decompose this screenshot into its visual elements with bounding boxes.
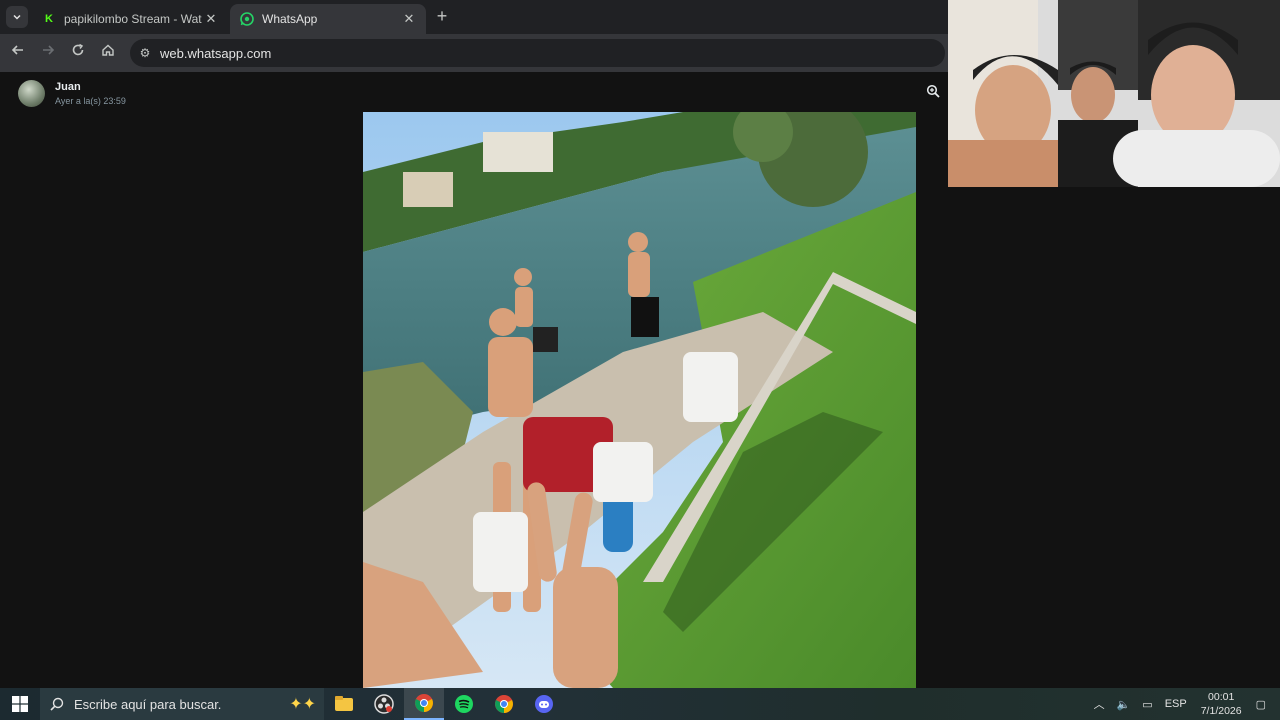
windows-icon [12,696,28,712]
browser-tab-bar: K papikilombo Stream - Watch Li ✕ WhatsA… [0,0,948,34]
discord-icon[interactable] [524,688,564,720]
media-viewer: Juan Ayer a la(s) 23:59 [0,72,948,688]
close-icon[interactable]: ✕ [400,11,418,27]
tab-title: WhatsApp [262,12,318,26]
zoom-in-icon[interactable] [926,84,942,100]
tab-list-button[interactable] [6,6,28,28]
language-indicator[interactable]: ESP [1165,698,1187,710]
new-tab-button[interactable]: + [432,6,452,26]
clock-time: 00:01 [1208,691,1235,703]
chrome-icon[interactable] [484,688,524,720]
webcam-image [948,0,1280,187]
avatar [18,80,45,107]
reload-icon [72,43,84,56]
taskbar-search[interactable]: Escribe aquí para buscar. ✦✦ [40,688,324,720]
obs-icon[interactable] [364,688,404,720]
browser-toolbar: ⚙ web.whatsapp.com [0,34,948,72]
reload-button[interactable] [68,43,88,63]
whatsapp-icon [240,12,254,26]
arrow-left-icon [11,45,23,55]
right-background [948,187,1280,688]
volume-icon[interactable]: 🔈 [1117,698,1131,711]
shared-photo[interactable] [363,112,916,688]
forward-button[interactable] [38,43,58,63]
home-icon [102,44,114,56]
tab-kick[interactable]: K papikilombo Stream - Watch Li ✕ [32,4,228,34]
copilot-sparkle-icon: ✦✦ [289,696,316,713]
arrow-right-icon [43,45,55,55]
url-text: web.whatsapp.com [160,45,272,61]
taskbar: Escribe aquí para buscar. ✦✦ ︿ 🔈 ▭ ESP 0… [0,688,1280,720]
photo-image [363,112,916,688]
spotify-icon[interactable] [444,688,484,720]
close-icon[interactable]: ✕ [202,11,220,27]
search-icon [50,697,64,711]
site-settings-icon[interactable]: ⚙ [130,46,160,60]
system-tray: ︿ 🔈 ▭ ESP 00:01 7/1/2026 ▢ [1088,688,1280,720]
address-bar[interactable]: ⚙ web.whatsapp.com [130,39,945,67]
clock-date: 7/1/2026 [1200,705,1242,717]
tab-whatsapp[interactable]: WhatsApp ✕ [230,4,426,34]
sender-info[interactable]: Juan Ayer a la(s) 23:59 [18,80,126,107]
search-placeholder: Escribe aquí para buscar. [74,696,222,712]
kick-icon: K [45,13,53,25]
chevron-down-icon [13,14,21,20]
battery-icon[interactable]: ▭ [1142,698,1152,711]
start-button[interactable] [0,688,40,720]
chrome-icon[interactable] [404,688,444,720]
sender-name: Juan [55,81,81,93]
file-explorer-icon[interactable] [324,688,364,720]
notification-icon[interactable]: ▢ [1256,698,1266,711]
chevron-up-icon[interactable]: ︿ [1094,696,1105,712]
sender-time: Ayer a la(s) 23:59 [55,96,126,106]
tab-title: papikilombo Stream - Watch Li [64,12,202,26]
home-button[interactable] [98,43,118,63]
webcam-overlay [948,0,1280,187]
back-button[interactable] [8,43,28,63]
clock[interactable]: 00:01 7/1/2026 [1201,690,1242,718]
